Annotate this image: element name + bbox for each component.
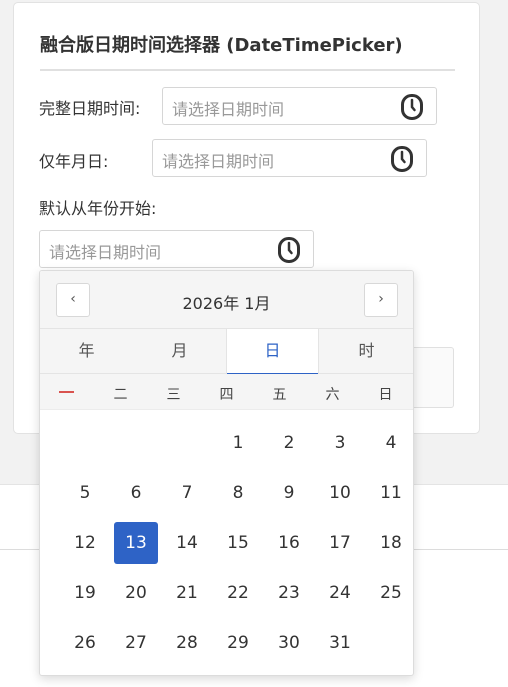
picker-tabs: 年 月 日 时 xyxy=(40,328,413,375)
day-cell[interactable]: 5 xyxy=(63,472,107,514)
tab-day[interactable]: 日 xyxy=(226,329,319,375)
tab-year[interactable]: 年 xyxy=(40,329,133,374)
day-cell[interactable]: 8 xyxy=(216,472,260,514)
day-cell[interactable]: 11 xyxy=(369,472,413,514)
weekday-sun: 日 xyxy=(378,387,393,403)
day-cell[interactable]: 23 xyxy=(267,572,311,614)
day-cell[interactable]: 20 xyxy=(114,572,158,614)
tab-hour[interactable]: 时 xyxy=(320,329,413,374)
day-cell[interactable]: 18 xyxy=(369,522,413,564)
day-cell[interactable]: 19 xyxy=(63,572,107,614)
clock-icon[interactable] xyxy=(390,146,414,172)
weekday-header: 一 二 三 四 五 六 日 xyxy=(40,374,413,410)
day-cell[interactable]: 12 xyxy=(63,522,107,564)
day-cell[interactable]: 16 xyxy=(267,522,311,564)
day-cell[interactable]: 27 xyxy=(114,622,158,664)
day-cell[interactable]: 29 xyxy=(216,622,260,664)
date-only-label: 仅年月日: xyxy=(39,152,109,171)
day-cell[interactable]: 28 xyxy=(165,622,209,664)
title-divider xyxy=(40,69,455,71)
weekday-mon: 一 xyxy=(41,384,92,404)
clock-icon[interactable] xyxy=(277,237,301,263)
year-start-input[interactable]: 请选择日期时间 xyxy=(39,230,314,268)
full-datetime-label: 完整日期时间: xyxy=(39,99,141,118)
day-cell[interactable]: 26 xyxy=(63,622,107,664)
picker-title: 2026年 1月 xyxy=(182,294,271,313)
next-month-button[interactable]: › xyxy=(364,283,398,317)
weekday-thu: 四 xyxy=(219,387,234,403)
day-cell[interactable]: 3 xyxy=(318,422,362,464)
day-cell[interactable]: 1 xyxy=(216,422,260,464)
picker-header: ‹ 2026年 1月 › xyxy=(40,271,413,328)
day-cell[interactable]: 14 xyxy=(165,522,209,564)
weekday-sat: 六 xyxy=(325,387,340,403)
card-title: 融合版日期时间选择器 (DateTimePicker) xyxy=(40,35,403,56)
day-cell[interactable]: 30 xyxy=(267,622,311,664)
day-cell[interactable]: 4 xyxy=(369,422,413,464)
year-start-label: 默认从年份开始: xyxy=(39,199,157,218)
day-cell[interactable]: 2 xyxy=(267,422,311,464)
day-cell[interactable]: 9 xyxy=(267,472,311,514)
obscured-field xyxy=(413,347,454,408)
tab-month[interactable]: 月 xyxy=(133,329,226,374)
weekday-wed: 三 xyxy=(166,387,181,403)
weekday-tue: 二 xyxy=(113,387,128,403)
full-datetime-placeholder: 请选择日期时间 xyxy=(172,100,285,119)
day-cell[interactable]: 25 xyxy=(369,572,413,614)
day-cell-selected[interactable]: 13 xyxy=(114,522,158,564)
day-cell[interactable]: 24 xyxy=(318,572,362,614)
day-cell[interactable]: 15 xyxy=(216,522,260,564)
day-cell[interactable]: 17 xyxy=(318,522,362,564)
weekday-fri: 五 xyxy=(272,387,287,403)
day-cell[interactable]: 31 xyxy=(318,622,362,664)
clock-icon[interactable] xyxy=(400,94,424,120)
day-cell[interactable]: 6 xyxy=(114,472,158,514)
day-cell[interactable]: 10 xyxy=(318,472,362,514)
date-only-placeholder: 请选择日期时间 xyxy=(162,152,275,171)
day-cell[interactable]: 22 xyxy=(216,572,260,614)
full-datetime-input[interactable]: 请选择日期时间 xyxy=(162,87,437,125)
day-cell[interactable]: 7 xyxy=(165,472,209,514)
day-cell[interactable]: 21 xyxy=(165,572,209,614)
year-start-placeholder: 请选择日期时间 xyxy=(49,243,162,262)
date-only-input[interactable]: 请选择日期时间 xyxy=(152,139,427,177)
datetime-picker-popup: ‹ 2026年 1月 › 年 月 日 时 一 二 三 四 五 六 日 12345… xyxy=(39,270,414,676)
